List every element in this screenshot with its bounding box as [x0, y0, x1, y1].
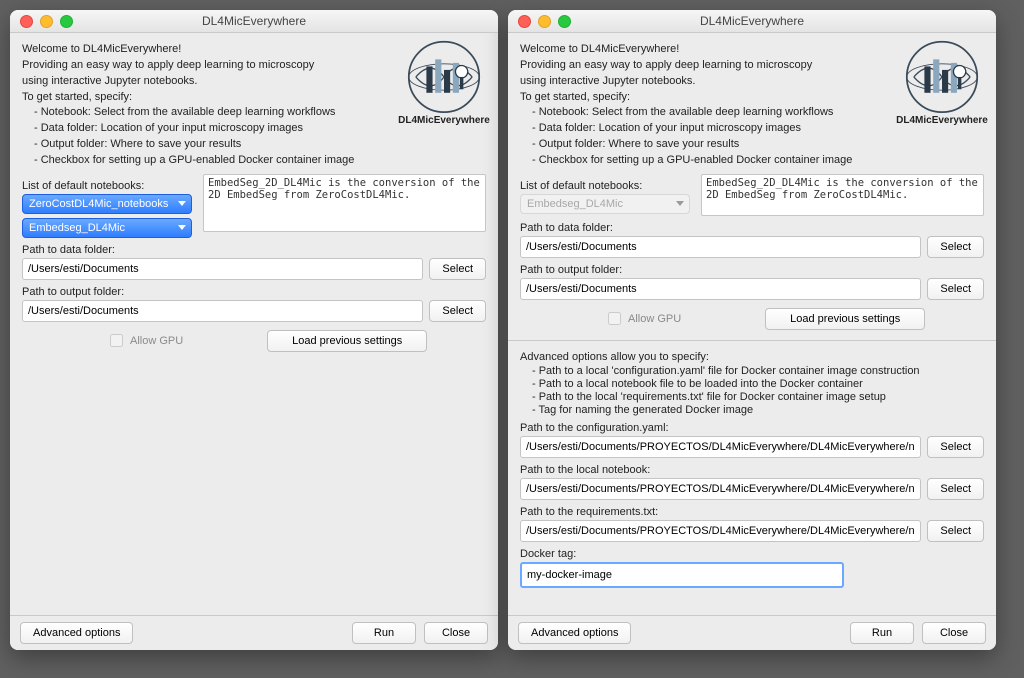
notebook-select[interactable]: Embedseg_DL4Mic: [22, 218, 192, 238]
intro-bullet: - Checkbox for setting up a GPU-enabled …: [34, 153, 486, 168]
footer-bar: Advanced options Run Close: [10, 615, 498, 650]
close-icon[interactable]: [518, 15, 531, 28]
run-button[interactable]: Run: [850, 622, 914, 644]
notebook-path-input[interactable]: [520, 478, 921, 500]
window-advanced: DL4MicEverywhere Welcome to DL4MicEveryw…: [508, 10, 996, 650]
allow-gpu-checkbox[interactable]: Allow GPU: [604, 309, 681, 328]
app-logo: DL4MicEverywhere: [398, 40, 490, 128]
separator: [508, 340, 996, 341]
close-button[interactable]: Close: [424, 622, 488, 644]
path-notebook-label: Path to the local notebook:: [520, 464, 984, 476]
notebook-description: EmbedSeg_2D_DL4Mic is the conversion of …: [203, 174, 486, 232]
select-config-button[interactable]: Select: [927, 436, 984, 458]
path-req-label: Path to the requirements.txt:: [520, 506, 984, 518]
adv-bullet: - Path to the local 'requirements.txt' f…: [532, 391, 984, 403]
traffic-lights: [508, 15, 571, 28]
window-basic: DL4MicEverywhere Welcome to DL4MicEveryw…: [10, 10, 498, 650]
footer-bar: Advanced options Run Close: [508, 615, 996, 650]
minimize-icon[interactable]: [40, 15, 53, 28]
output-folder-input[interactable]: [22, 300, 423, 322]
docker-tag-input[interactable]: [520, 562, 844, 588]
config-path-input[interactable]: [520, 436, 921, 458]
data-folder-input[interactable]: [22, 258, 423, 280]
path-output-label: Path to output folder:: [22, 286, 486, 298]
window-title: DL4MicEverywhere: [10, 14, 498, 28]
close-icon[interactable]: [20, 15, 33, 28]
data-folder-input[interactable]: [520, 236, 921, 258]
docker-tag-label: Docker tag:: [520, 548, 984, 560]
path-data-label: Path to data folder:: [22, 244, 486, 256]
allow-gpu-label: Allow GPU: [628, 313, 681, 325]
select-data-button[interactable]: Select: [429, 258, 486, 280]
logo-label: DL4MicEverywhere: [896, 115, 988, 126]
advanced-options-button[interactable]: Advanced options: [20, 622, 133, 644]
path-data-label: Path to data folder:: [520, 222, 984, 234]
adv-bullet: - Tag for naming the generated Docker im…: [532, 404, 984, 416]
intro-bullet: - Output folder: Where to save your resu…: [34, 137, 486, 152]
path-config-label: Path to the configuration.yaml:: [520, 422, 984, 434]
output-folder-input[interactable]: [520, 278, 921, 300]
load-previous-button[interactable]: Load previous settings: [765, 308, 925, 330]
path-output-label: Path to output folder:: [520, 264, 984, 276]
advanced-options-button[interactable]: Advanced options: [518, 622, 631, 644]
adv-bullet: - Path to a local 'configuration.yaml' f…: [532, 365, 984, 377]
select-notebook-button[interactable]: Select: [927, 478, 984, 500]
traffic-lights: [10, 15, 73, 28]
zoom-icon[interactable]: [60, 15, 73, 28]
notebook-description: EmbedSeg_2D_DL4Mic is the conversion of …: [701, 174, 984, 216]
window-title: DL4MicEverywhere: [508, 14, 996, 28]
select-output-button[interactable]: Select: [927, 278, 984, 300]
select-output-button[interactable]: Select: [429, 300, 486, 322]
load-previous-button[interactable]: Load previous settings: [267, 330, 427, 352]
notebook-row: List of default notebooks: Embedseg_DL4M…: [520, 174, 984, 216]
list-label: List of default notebooks:: [22, 180, 197, 192]
requirements-path-input[interactable]: [520, 520, 921, 542]
close-button[interactable]: Close: [922, 622, 986, 644]
adv-bullet: - Path to a local notebook file to be lo…: [532, 378, 984, 390]
titlebar: DL4MicEverywhere: [508, 10, 996, 33]
allow-gpu-label: Allow GPU: [130, 335, 183, 347]
intro-block: Welcome to DL4MicEverywhere! Providing a…: [22, 42, 486, 168]
logo-label: DL4MicEverywhere: [398, 115, 490, 126]
select-data-button[interactable]: Select: [927, 236, 984, 258]
notebook-category-select[interactable]: ZeroCostDL4Mic_notebooks: [22, 194, 192, 214]
titlebar: DL4MicEverywhere: [10, 10, 498, 33]
app-logo: DL4MicEverywhere: [896, 40, 988, 128]
allow-gpu-checkbox[interactable]: Allow GPU: [106, 331, 183, 350]
content-area: Welcome to DL4MicEverywhere! Providing a…: [10, 33, 498, 615]
notebook-select-disabled: Embedseg_DL4Mic: [520, 194, 690, 214]
intro-block: Welcome to DL4MicEverywhere! Providing a…: [520, 42, 984, 168]
notebook-row: List of default notebooks: ZeroCostDL4Mi…: [22, 174, 486, 238]
list-label: List of default notebooks:: [520, 180, 695, 192]
content-area: Welcome to DL4MicEverywhere! Providing a…: [508, 33, 996, 615]
intro-bullet: - Checkbox for setting up a GPU-enabled …: [532, 153, 984, 168]
intro-bullet: - Output folder: Where to save your resu…: [532, 137, 984, 152]
select-req-button[interactable]: Select: [927, 520, 984, 542]
run-button[interactable]: Run: [352, 622, 416, 644]
minimize-icon[interactable]: [538, 15, 551, 28]
zoom-icon[interactable]: [558, 15, 571, 28]
advanced-intro: Advanced options allow you to specify:: [520, 351, 984, 363]
